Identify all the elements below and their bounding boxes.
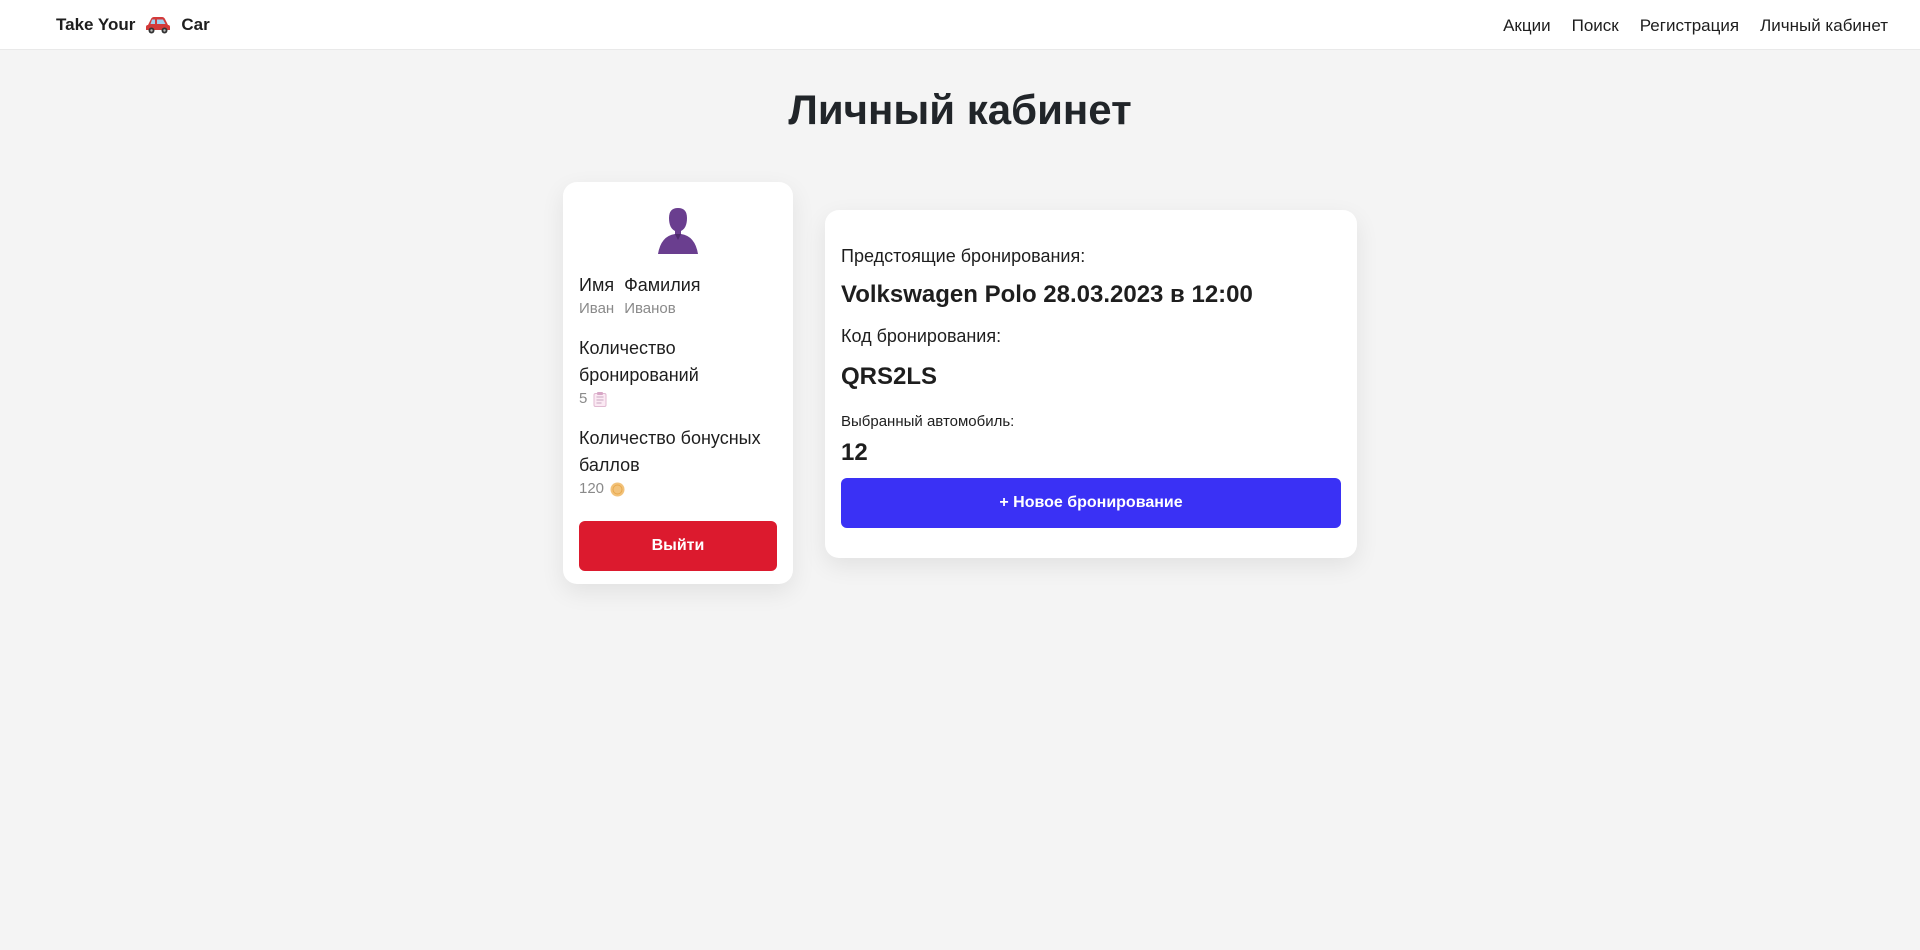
first-name-label: Имя	[579, 275, 615, 295]
nav-link-registration[interactable]: Регистрация	[1640, 16, 1739, 36]
bonus-field: Количество бонусных баллов 120	[579, 425, 777, 499]
upcoming-bookings-label: Предстоящие бронирования:	[841, 246, 1086, 266]
bonus-count: 120	[579, 480, 605, 497]
booking-code-value: QRS2LS	[841, 363, 938, 390]
bonus-label: Количество бонусных баллов	[579, 428, 761, 475]
new-booking-button[interactable]: + Новое бронирование	[841, 478, 1341, 528]
booking-code-label: Код бронирования:	[841, 326, 1002, 346]
last-name-value: Иванов	[624, 300, 676, 317]
profile-card: Имя Фамилия Иван Иванов Количество брони…	[563, 182, 793, 584]
coin-icon	[610, 482, 625, 496]
user-silhouette-icon	[658, 208, 698, 254]
bookings-field: Количество бронирований 5	[579, 335, 777, 409]
first-name-value: Иван	[579, 300, 615, 317]
nav-links: Акции Поиск Регистрация Личный кабинет	[1503, 16, 1888, 36]
car-icon	[145, 16, 171, 34]
booking-card: Предстоящие бронирования: Volkswagen Pol…	[825, 210, 1357, 558]
last-name-label: Фамилия	[624, 275, 701, 295]
bookings-count: 5	[579, 390, 588, 407]
brand-text-left: Take Your	[56, 15, 136, 34]
selected-car-value: 12	[841, 439, 868, 466]
nav-link-promotions[interactable]: Акции	[1503, 16, 1551, 36]
logout-button[interactable]: Выйти	[579, 521, 777, 571]
selected-car-label: Выбранный автомобиль:	[841, 413, 1015, 430]
navbar: Take Your Car Акции Поиск Регистрация Ли…	[0, 0, 1920, 50]
nav-link-search[interactable]: Поиск	[1572, 16, 1619, 36]
upcoming-booking-value: Volkswagen Polo 28.03.2023 в 12:00	[841, 281, 1253, 308]
brand-text-right: Car	[181, 15, 210, 34]
nav-link-account[interactable]: Личный кабинет	[1760, 16, 1888, 36]
name-field: Имя Фамилия Иван Иванов	[579, 272, 777, 319]
brand-logo[interactable]: Take Your Car	[56, 15, 210, 35]
page-title: Личный кабинет	[788, 86, 1132, 133]
notepad-icon	[593, 391, 607, 407]
bookings-label: Количество бронирований	[579, 338, 699, 385]
